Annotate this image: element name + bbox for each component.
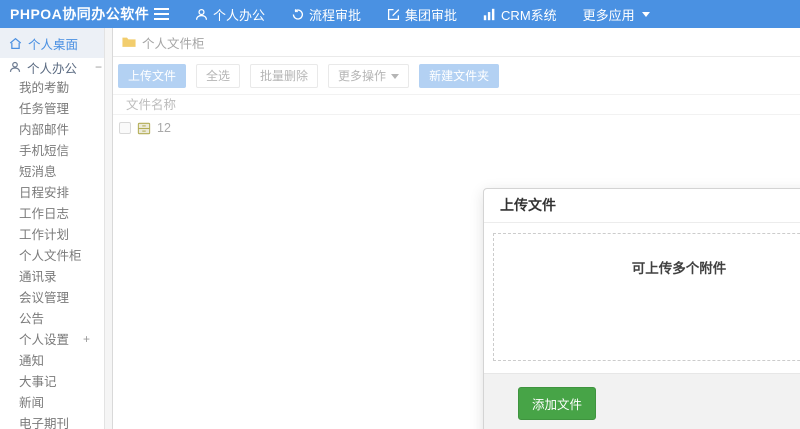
sidebar-item-schedule[interactable]: 日程安排 bbox=[0, 181, 112, 202]
sidebar: 个人桌面 个人办公 − 我的考勤 任务管理 内部邮件 手机短信 短消息 日程安排… bbox=[0, 28, 112, 429]
sidebar-item-label: 个人办公 bbox=[27, 61, 78, 76]
nav-more-apps[interactable]: 更多应用 bbox=[583, 5, 650, 24]
file-row[interactable]: 12 bbox=[113, 115, 800, 141]
nav-label: 流程审批 bbox=[309, 7, 362, 23]
upload-file-button[interactable]: 上传文件 bbox=[118, 64, 187, 88]
top-nav: 个人办公 流程审批 集团审批 CRM系统 更多应用 bbox=[195, 5, 676, 24]
sidebar-item-label: 工作日志 bbox=[19, 207, 70, 221]
sidebar-item-internal-mail[interactable]: 内部邮件 bbox=[0, 118, 112, 139]
select-all-button[interactable]: 全选 bbox=[196, 64, 241, 88]
sidebar-item-tasks[interactable]: 任务管理 bbox=[0, 97, 112, 118]
add-file-button[interactable]: 添加文件 bbox=[518, 387, 597, 420]
person-icon bbox=[195, 8, 208, 21]
toolbar: 上传文件 全选 批量删除 更多操作 新建文件夹 bbox=[113, 57, 800, 94]
caret-down-icon bbox=[641, 11, 650, 17]
sidebar-item-label: 个人文件柜 bbox=[19, 249, 82, 263]
sidebar-item-events[interactable]: 大事记 bbox=[0, 370, 112, 391]
sidebar-item-label: 短消息 bbox=[19, 165, 57, 179]
sidebar-item-label: 任务管理 bbox=[19, 102, 70, 116]
person-icon bbox=[9, 61, 21, 73]
upload-dropzone: 可上传多个附件 bbox=[493, 233, 800, 361]
expand-plus-icon[interactable]: + bbox=[83, 332, 90, 346]
sidebar-item-personal-office[interactable]: 个人办公 − bbox=[0, 58, 112, 76]
dialog-body: 可上传多个附件 bbox=[484, 223, 800, 373]
app-logo: PHPOA协同办公软件 bbox=[10, 6, 150, 22]
sidebar-item-label: 我的考勤 bbox=[19, 81, 70, 95]
sidebar-item-label: 通知 bbox=[19, 354, 45, 368]
upload-dialog: 上传文件 可上传多个附件 添加文件 bbox=[483, 188, 800, 429]
sidebar-item-attendance[interactable]: 我的考勤 bbox=[0, 76, 112, 97]
table-column-header-filename: 文件名称 bbox=[113, 94, 800, 115]
sidebar-item-label: 通讯录 bbox=[19, 270, 57, 284]
batch-delete-button[interactable]: 批量删除 bbox=[250, 64, 319, 88]
nav-personal-office[interactable]: 个人办公 bbox=[195, 5, 265, 24]
edit-icon bbox=[387, 8, 400, 21]
dropzone-hint: 可上传多个附件 bbox=[631, 261, 727, 276]
sidebar-scrollbar[interactable] bbox=[104, 28, 112, 429]
dialog-footer: 添加文件 bbox=[484, 373, 800, 429]
new-folder-button[interactable]: 新建文件夹 bbox=[419, 64, 500, 88]
collapse-minus-icon[interactable]: − bbox=[95, 60, 102, 74]
sidebar-item-label: 大事记 bbox=[19, 375, 57, 389]
sidebar-item-personal-desktop[interactable]: 个人桌面 bbox=[0, 28, 112, 58]
sidebar-item-sms[interactable]: 手机短信 bbox=[0, 139, 112, 160]
sidebar-item-short-messages[interactable]: 短消息 bbox=[0, 160, 112, 181]
nav-label: CRM系统 bbox=[501, 7, 557, 23]
sidebar-item-work-plan[interactable]: 工作计划 bbox=[0, 223, 112, 244]
nav-label: 更多应用 bbox=[582, 7, 635, 23]
caret-down-icon bbox=[391, 73, 400, 79]
sidebar-item-announcements[interactable]: 公告 bbox=[0, 307, 112, 328]
folder-icon bbox=[122, 36, 136, 48]
file-cabinet-drawer-icon bbox=[137, 122, 151, 135]
top-bar: PHPOA协同办公软件 个人办公 流程审批 集团审批 CRM系统 更多应用 bbox=[0, 0, 800, 28]
sidebar-item-label: 个人设置 bbox=[19, 333, 70, 347]
file-name: 12 bbox=[157, 121, 171, 135]
breadcrumb-label: 个人文件柜 bbox=[142, 36, 205, 51]
home-icon bbox=[9, 37, 22, 50]
dialog-title: 上传文件 bbox=[484, 189, 800, 223]
more-actions-button[interactable]: 更多操作 bbox=[328, 64, 410, 88]
sidebar-item-contacts[interactable]: 通讯录 bbox=[0, 265, 112, 286]
breadcrumb: 个人文件柜 bbox=[113, 28, 800, 57]
sidebar-item-label: 日程安排 bbox=[19, 186, 70, 200]
nav-label: 个人办公 bbox=[213, 7, 266, 23]
sidebar-item-label: 内部邮件 bbox=[19, 123, 70, 137]
sidebar-item-news[interactable]: 新闻 bbox=[0, 391, 112, 412]
nav-process-approval[interactable]: 流程审批 bbox=[291, 5, 361, 24]
sidebar-item-file-cabinet[interactable]: 个人文件柜 bbox=[0, 244, 112, 265]
sidebar-item-notifications[interactable]: 通知 bbox=[0, 349, 112, 370]
sidebar-item-meetings[interactable]: 会议管理 bbox=[0, 286, 112, 307]
row-checkbox[interactable] bbox=[119, 122, 131, 134]
sidebar-item-label: 会议管理 bbox=[19, 291, 70, 305]
sidebar-item-personal-settings[interactable]: 个人设置 + bbox=[0, 328, 112, 349]
sidebar-item-label: 工作计划 bbox=[19, 228, 70, 242]
nav-crm-system[interactable]: CRM系统 bbox=[483, 5, 557, 24]
sidebar-item-label: 电子期刊 bbox=[19, 417, 70, 429]
sidebar-item-work-log[interactable]: 工作日志 bbox=[0, 202, 112, 223]
nav-group-approval[interactable]: 集团审批 bbox=[387, 5, 457, 24]
sidebar-item-label: 新闻 bbox=[19, 396, 45, 410]
sidebar-item-label: 个人桌面 bbox=[28, 37, 79, 52]
sidebar-item-label: 公告 bbox=[19, 312, 45, 326]
nav-label: 集团审批 bbox=[405, 7, 458, 23]
sidebar-item-e-journal[interactable]: 电子期刊 bbox=[0, 412, 112, 429]
process-clock-icon bbox=[291, 8, 304, 21]
hamburger-menu-icon[interactable] bbox=[148, 8, 175, 20]
more-actions-label: 更多操作 bbox=[338, 69, 387, 83]
bar-chart-icon bbox=[483, 8, 496, 21]
sidebar-item-label: 手机短信 bbox=[19, 144, 70, 158]
